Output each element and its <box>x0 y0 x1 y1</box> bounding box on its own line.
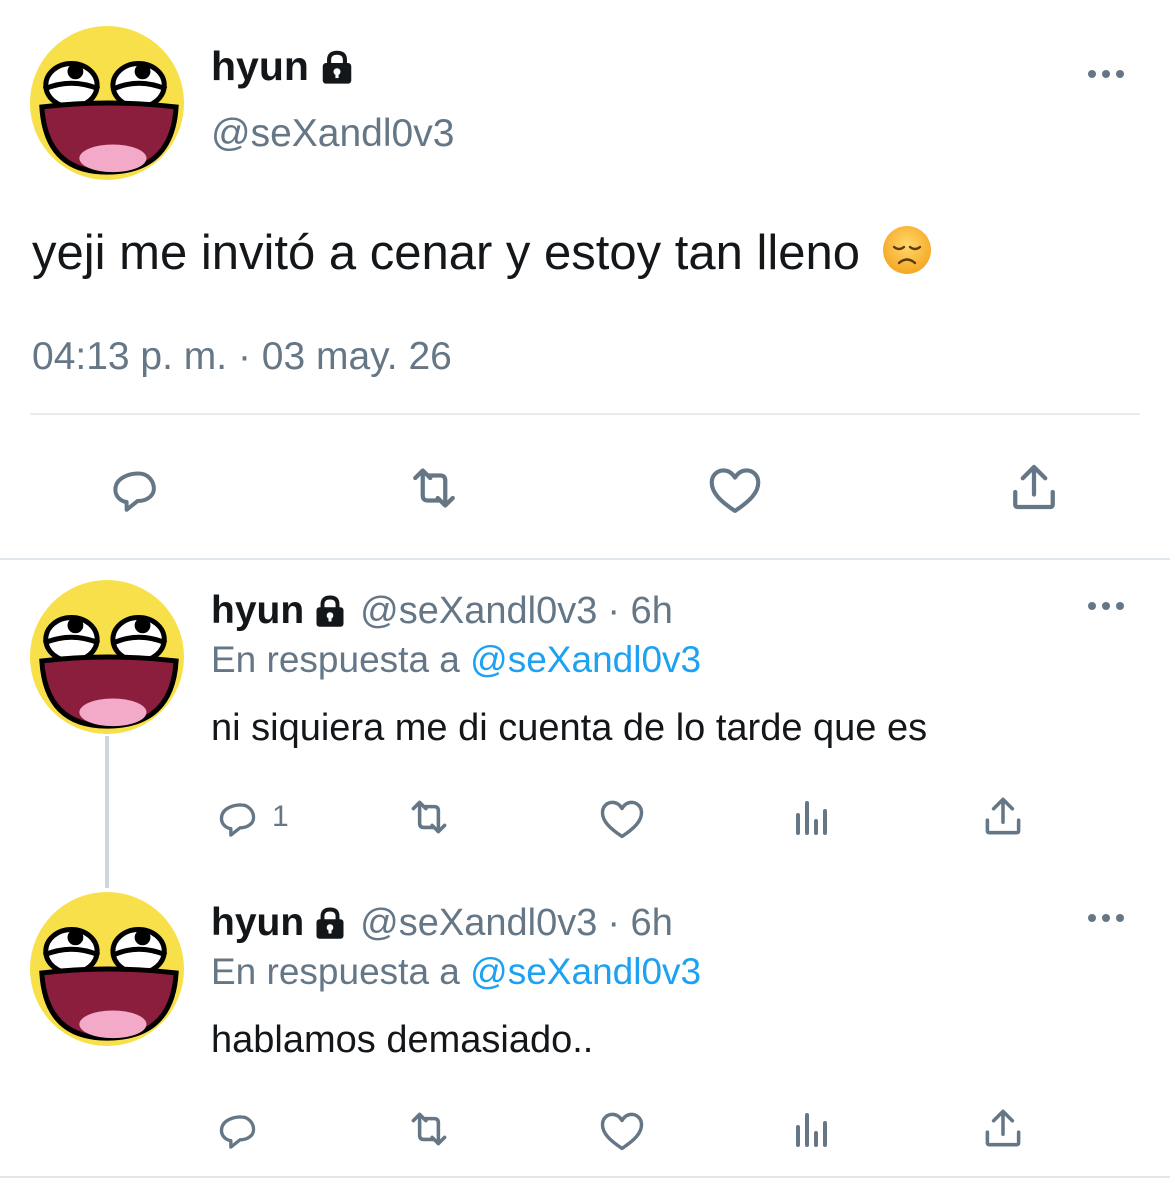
disappointed-face-emoji <box>874 226 932 280</box>
like-icon <box>596 1104 648 1156</box>
retweet-button[interactable] <box>400 1104 458 1154</box>
share-icon <box>1004 456 1064 518</box>
thread-connector <box>105 736 109 888</box>
reply-icon <box>104 458 164 518</box>
reply-icon <box>212 792 262 842</box>
tweet-text: yeji me invitó a cenar y estoy tan lleno <box>32 225 932 278</box>
display-name[interactable]: hyun <box>211 591 304 630</box>
lock-icon <box>310 905 350 941</box>
analytics-icon <box>788 1104 836 1154</box>
avatar[interactable] <box>28 890 186 1048</box>
analytics-button[interactable] <box>788 1104 836 1154</box>
like-button[interactable] <box>704 458 766 520</box>
lock-icon <box>315 48 359 86</box>
more-options-icon[interactable] <box>1088 68 1128 80</box>
in-reply-to: En respuesta a @seXandl0v3 <box>211 639 702 680</box>
section-divider <box>0 558 1170 560</box>
reply-button[interactable]: 1 <box>212 792 289 842</box>
relative-time[interactable]: · 6h <box>607 592 672 630</box>
share-icon <box>978 790 1028 842</box>
reply-count: 1 <box>272 800 289 833</box>
share-button[interactable] <box>978 790 1028 842</box>
reply-button[interactable] <box>104 458 164 518</box>
handle[interactable]: @seXandl0v3 <box>360 904 597 942</box>
section-divider <box>0 1176 1170 1178</box>
analytics-button[interactable] <box>788 792 836 842</box>
timestamp[interactable]: 04:13 p. m. · 03 may. 26 <box>32 337 452 376</box>
more-options-icon[interactable] <box>1088 600 1128 612</box>
tweet-text: ni siquiera me di cuenta de lo tarde que… <box>211 707 928 749</box>
tweet-text: hablamos demasiado.. <box>211 1019 594 1061</box>
reply-button[interactable] <box>212 1104 262 1154</box>
like-icon <box>704 458 766 520</box>
display-name[interactable]: hyun <box>211 46 309 87</box>
like-icon <box>596 792 648 844</box>
in-reply-to: En respuesta a @seXandl0v3 <box>211 951 702 992</box>
more-options-icon[interactable] <box>1088 912 1128 924</box>
like-button[interactable] <box>596 1104 648 1156</box>
divider <box>30 413 1140 415</box>
retweet-button[interactable] <box>400 458 468 518</box>
handle[interactable]: @seXandl0v3 <box>211 114 454 153</box>
handle[interactable]: @seXandl0v3 <box>360 592 597 630</box>
share-icon <box>978 1102 1028 1154</box>
display-name[interactable]: hyun <box>211 903 304 942</box>
share-button[interactable] <box>978 1102 1028 1154</box>
share-button[interactable] <box>1004 456 1064 518</box>
mention-link[interactable]: @seXandl0v3 <box>470 951 701 992</box>
relative-time[interactable]: · 6h <box>607 904 672 942</box>
lock-icon <box>310 593 350 629</box>
avatar[interactable] <box>28 24 186 182</box>
retweet-icon <box>400 458 468 518</box>
analytics-icon <box>788 792 836 842</box>
retweet-icon <box>400 792 458 842</box>
retweet-button[interactable] <box>400 792 458 842</box>
avatar[interactable] <box>28 578 186 736</box>
retweet-icon <box>400 1104 458 1154</box>
mention-link[interactable]: @seXandl0v3 <box>470 639 701 680</box>
like-button[interactable] <box>596 792 648 844</box>
reply-icon <box>212 1104 262 1154</box>
